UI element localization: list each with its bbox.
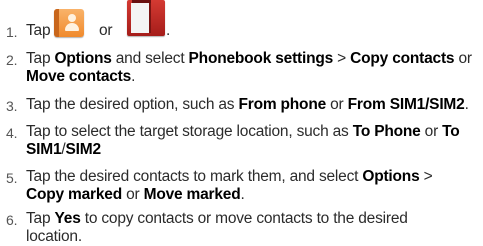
step-number: 1. <box>6 24 18 40</box>
copy-contacts-label: Copy contacts <box>350 50 455 67</box>
step-end: . <box>166 22 171 39</box>
step-number: 6. <box>6 212 18 228</box>
options-label: Options <box>362 168 420 185</box>
move-marked-label: Move marked <box>143 186 241 203</box>
step-number: 5. <box>6 170 18 186</box>
step-text: Tap Options and select Phonebook setting… <box>26 50 472 85</box>
options-label: Options <box>54 50 112 67</box>
step-number: 3. <box>6 98 18 114</box>
step-number: 2. <box>6 52 18 68</box>
step-text: Tap the desired contacts to mark them, a… <box>26 168 433 203</box>
move-contacts-label: Move contacts <box>26 68 132 85</box>
step-text: Tap the desired option, such as From pho… <box>26 96 469 113</box>
from-phone-label: From phone <box>238 96 327 113</box>
step-text: Tap Yes to copy contacts or move contact… <box>26 210 408 245</box>
notes-app-icon <box>127 0 165 36</box>
tap-word: Tap <box>26 22 51 39</box>
copy-marked-label: Copy marked <box>26 186 122 203</box>
phonebook-settings-label: Phonebook settings <box>188 50 334 67</box>
contacts-app-icon <box>54 9 84 37</box>
or-word: or <box>99 22 113 39</box>
to-label: To <box>442 123 460 140</box>
step-number: 4. <box>6 125 18 141</box>
from-sim-label: From SIM1/SIM2 <box>347 96 465 113</box>
step-1: 1. Tap or . <box>0 0 483 42</box>
step-text: Tap to select the target storage locatio… <box>26 123 460 158</box>
yes-label: Yes <box>54 210 81 227</box>
to-phone-label: To Phone <box>352 123 421 140</box>
sim1-label: SIM1 <box>26 141 62 158</box>
sim2-label: SIM2 <box>65 141 102 158</box>
